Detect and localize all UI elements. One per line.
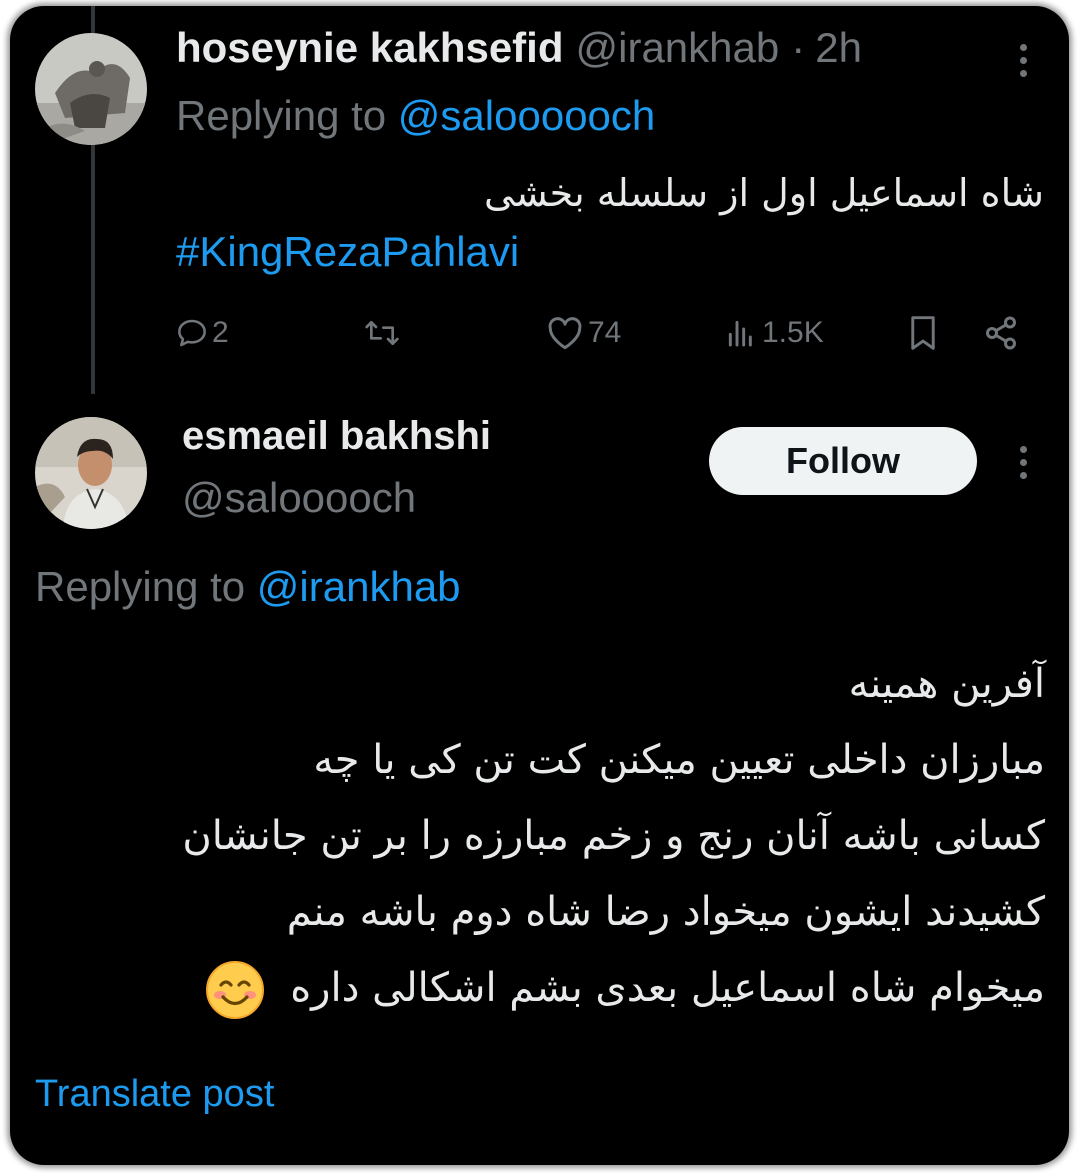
tweet1-hashtag[interactable]: #KingRezaPahlavi (176, 228, 519, 276)
tweet2-display-name[interactable]: esmaeil bakhshi (182, 414, 491, 459)
like-icon (548, 317, 582, 350)
bookmark-icon (911, 316, 935, 350)
tweet1-replying-label: Replying to (176, 92, 398, 139)
tweet2-replying-handle[interactable]: @irankhab (257, 563, 461, 610)
share-action[interactable] (982, 306, 1020, 360)
avatar-image (35, 33, 147, 145)
tweet1-time[interactable]: 2h (815, 24, 862, 72)
translate-post-link[interactable]: Translate post (35, 1073, 274, 1116)
tweet2-more-icon[interactable] (1018, 446, 1028, 485)
tweet2-line: کسانی باشه آنان رنج و زخم مبارزه را بر ت… (182, 813, 1045, 859)
like-count: 74 (588, 316, 622, 349)
reply-action[interactable]: 2 (176, 306, 229, 360)
post-thread: hoseynie kakhsefid @irankhab · 2h Replyi… (10, 6, 1069, 1165)
views-icon (728, 320, 752, 347)
tweet1-more-icon[interactable] (1018, 44, 1028, 83)
like-action[interactable]: 74 (546, 306, 621, 360)
avatar-esmaeil[interactable] (35, 417, 147, 529)
views-action[interactable]: 1.5K (724, 306, 824, 360)
views-count: 1.5K (762, 316, 824, 349)
tweet2-line: مبارزان داخلی تعیین میکنن کت تن کی یا چه (313, 737, 1045, 783)
retweet-action[interactable] (361, 306, 403, 360)
tweet2-text: آفرین همینه مبارزان داخلی تعیین میکنن کت… (35, 646, 1045, 1026)
tweet1-header: hoseynie kakhsefid @irankhab · 2h (176, 24, 862, 80)
avatar-hoseynie[interactable] (35, 33, 147, 145)
follow-button[interactable]: Follow (709, 427, 977, 495)
tweet2-handle[interactable]: @salooooch (182, 474, 416, 522)
reply-icon (178, 319, 206, 347)
share-icon (986, 316, 1016, 350)
avatar-image (35, 417, 147, 529)
tweet2-replying-label: Replying to (35, 563, 257, 610)
tweet2-line: میخوام شاه اسماعیل بعدی بشم اشکالی داره (290, 965, 1045, 1011)
bookmark-action[interactable] (906, 306, 940, 360)
retweet-icon (365, 321, 399, 345)
tweet1-text: شاه اسماعیل اول از سلسله بخشی (484, 171, 1044, 215)
tweet2-line: آفرین همینه (848, 661, 1045, 707)
smile-emoji-icon (205, 960, 265, 1020)
tweet1-separator: · (791, 24, 806, 71)
reply-count: 2 (212, 316, 229, 349)
tweet1-replying-to: Replying to @saloooooch (176, 92, 655, 140)
tweet1-replying-handle[interactable]: @saloooooch (398, 92, 655, 139)
tweet2-line-last: میخوام شاه اسماعیل بعدی بشم اشکالی داره (35, 950, 1045, 1026)
tweet1-handle[interactable]: @irankhab (576, 24, 780, 72)
tweet1-display-name[interactable]: hoseynie kakhsefid (176, 24, 564, 72)
tweet2-line: کشیدند ایشون میخواد رضا شاه دوم باشه منم (286, 889, 1045, 935)
tweet2-replying-to: Replying to @irankhab (35, 563, 461, 611)
